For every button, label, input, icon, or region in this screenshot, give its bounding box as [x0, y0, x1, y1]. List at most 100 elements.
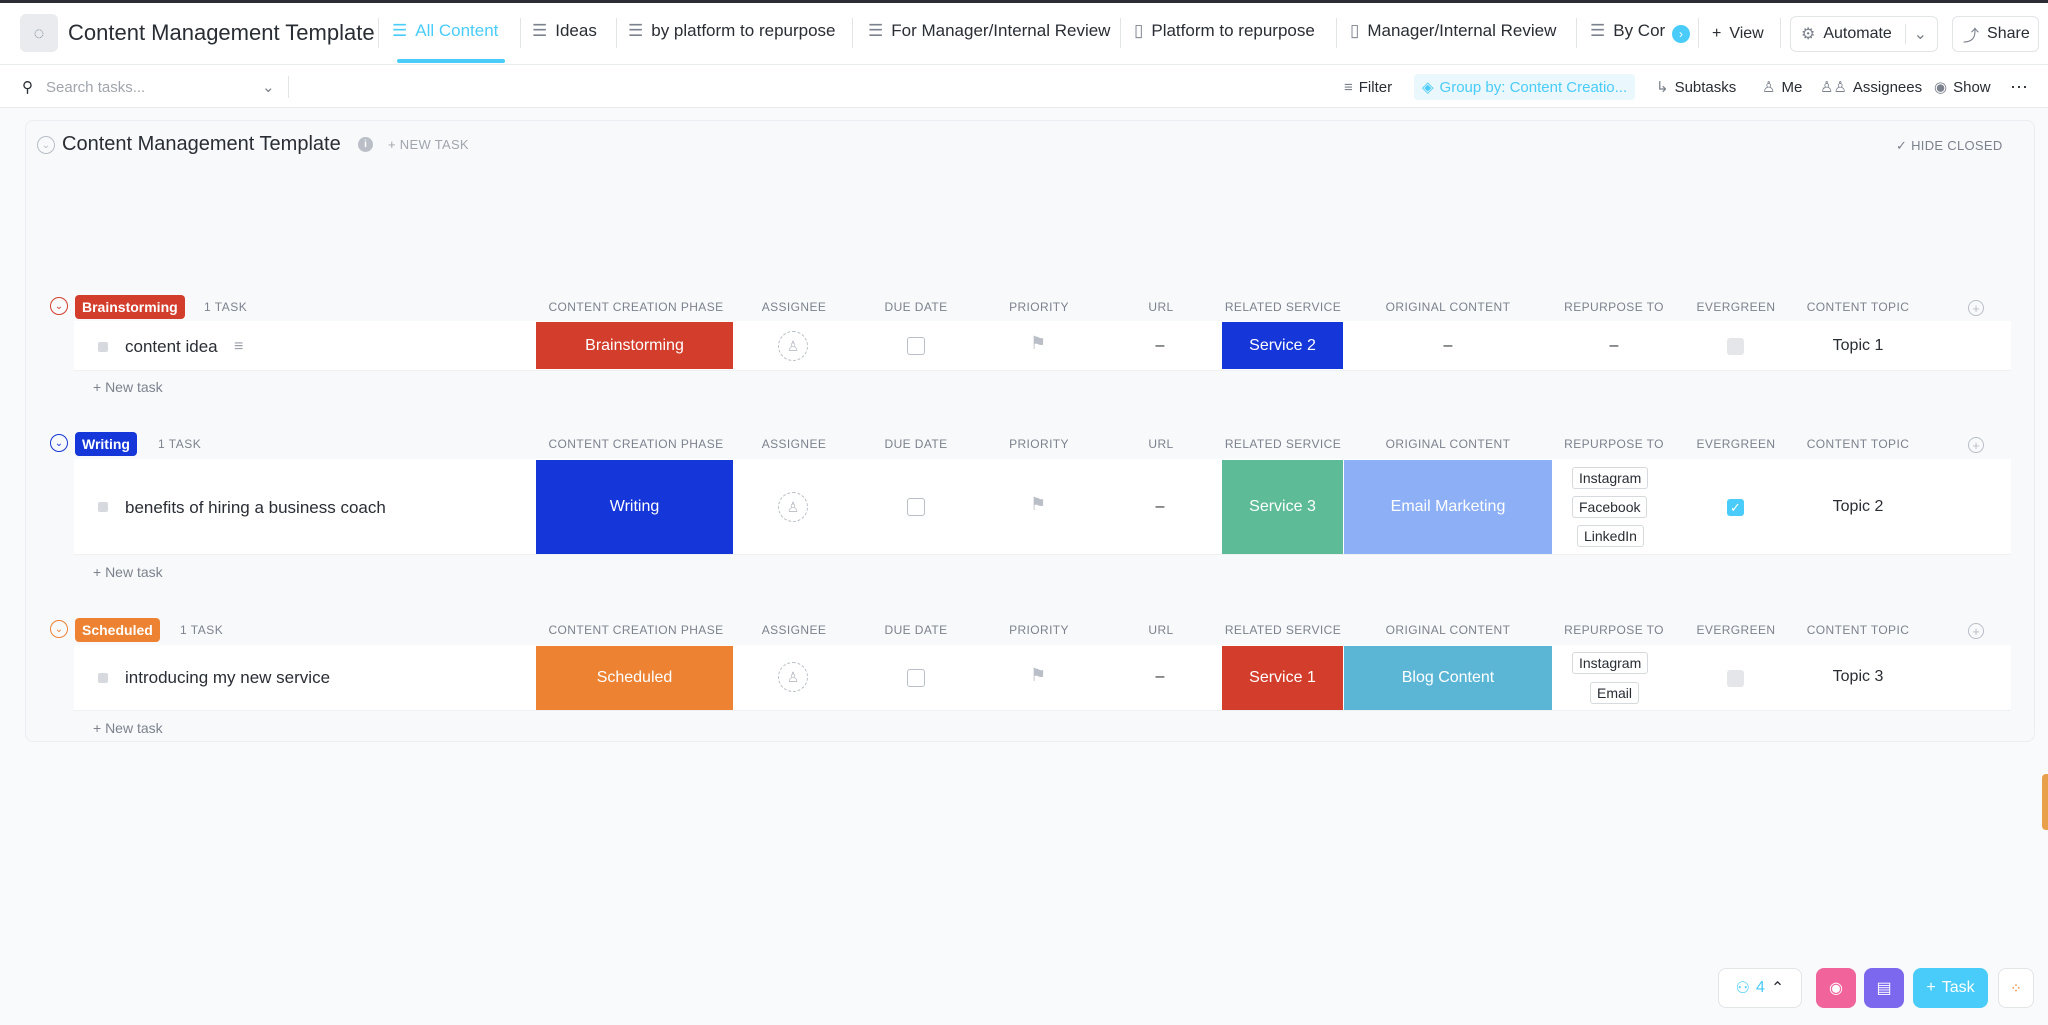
- col-header-original-content[interactable]: ORIGINAL CONTENT: [1344, 437, 1552, 451]
- evergreen-checkbox[interactable]: ✓: [1727, 499, 1744, 516]
- phase-cell[interactable]: Brainstorming: [536, 322, 733, 369]
- tab-by-platform[interactable]: ☰ by platform to repurpose: [628, 0, 836, 62]
- col-header-repurpose-to[interactable]: REPURPOSE TO: [1556, 300, 1672, 314]
- new-task-link[interactable]: + NEW TASK: [388, 137, 469, 152]
- evergreen-checkbox[interactable]: [1727, 338, 1744, 355]
- col-header-assignee[interactable]: ASSIGNEE: [744, 623, 844, 637]
- tab-for-manager-review[interactable]: ☰ For Manager/Internal Review: [868, 0, 1110, 62]
- add-column-icon[interactable]: +: [1968, 437, 1984, 453]
- assignees-button[interactable]: ♙♙ Assignees: [1820, 74, 1922, 100]
- repurpose-tag[interactable]: Email: [1590, 682, 1640, 704]
- task-name[interactable]: content idea: [125, 337, 218, 357]
- col-header-evergreen[interactable]: EVERGREEN: [1686, 623, 1786, 637]
- service-cell[interactable]: Service 2: [1222, 322, 1343, 369]
- collapse-list-icon[interactable]: ⌄: [37, 136, 55, 154]
- tab-manager-review[interactable]: ▯ Manager/Internal Review: [1350, 0, 1556, 62]
- col-header-url[interactable]: URL: [1111, 437, 1211, 451]
- share-button[interactable]: ⤴ Share: [1952, 16, 2039, 52]
- chevron-right-icon[interactable]: ›: [1672, 25, 1690, 43]
- add-assignee-icon[interactable]: ♙: [778, 492, 808, 522]
- original-content-cell[interactable]: –: [1400, 337, 1496, 355]
- new-task-link[interactable]: + New task: [93, 720, 163, 736]
- record-icon[interactable]: ◉: [1816, 968, 1856, 1008]
- notifications-button[interactable]: ⚇ 4 ⌃: [1718, 968, 1802, 1008]
- add-view-button[interactable]: + View: [1712, 16, 1764, 52]
- new-task-link[interactable]: + New task: [93, 564, 163, 580]
- topic-cell[interactable]: Topic 1: [1808, 337, 1908, 355]
- tab-all-content[interactable]: ☰ All Content: [392, 0, 498, 62]
- url-cell[interactable]: –: [1130, 498, 1190, 516]
- service-cell[interactable]: Service 3: [1222, 460, 1343, 554]
- col-header-content-topic[interactable]: CONTENT TOPIC: [1800, 623, 1916, 637]
- calendar-icon[interactable]: [907, 337, 925, 355]
- subtasks-button[interactable]: ↳ Subtasks: [1656, 74, 1736, 100]
- add-column-icon[interactable]: +: [1968, 623, 1984, 639]
- search-input[interactable]: Search tasks...: [46, 74, 276, 100]
- col-header-assignee[interactable]: ASSIGNEE: [744, 437, 844, 451]
- hide-closed-button[interactable]: ✓ HIDE CLOSED: [1896, 138, 2003, 154]
- info-icon[interactable]: i: [358, 137, 373, 152]
- chevron-down-icon[interactable]: ⌄: [262, 74, 275, 100]
- topic-cell[interactable]: Topic 2: [1808, 498, 1908, 516]
- original-content-cell[interactable]: Email Marketing: [1344, 460, 1552, 554]
- me-button[interactable]: ♙ Me: [1762, 74, 1802, 100]
- flag-icon[interactable]: ⚑: [1030, 494, 1046, 515]
- chevron-down-icon[interactable]: ⌄: [1904, 24, 1927, 44]
- show-button[interactable]: ◉ Show: [1934, 74, 1991, 100]
- notepad-icon[interactable]: ▤: [1864, 968, 1904, 1008]
- filter-button[interactable]: ≡ Filter: [1344, 74, 1392, 100]
- task-name[interactable]: benefits of hiring a business coach: [125, 498, 386, 518]
- group-badge-writing[interactable]: Writing: [75, 432, 137, 456]
- flag-icon[interactable]: ⚑: [1030, 665, 1046, 686]
- flag-icon[interactable]: ⚑: [1030, 333, 1046, 354]
- tab-platform-to-repurpose[interactable]: ▯ Platform to repurpose: [1134, 0, 1315, 62]
- add-column-icon[interactable]: +: [1968, 300, 1984, 316]
- add-assignee-icon[interactable]: ♙: [778, 662, 808, 692]
- col-header-url[interactable]: URL: [1111, 623, 1211, 637]
- col-header-related-service[interactable]: RELATED SERVICE: [1222, 300, 1344, 314]
- group-badge-brainstorming[interactable]: Brainstorming: [75, 295, 185, 319]
- automate-button[interactable]: ⚙ Automate ⌄: [1790, 16, 1938, 52]
- group-badge-scheduled[interactable]: Scheduled: [75, 618, 160, 642]
- col-header-content-topic[interactable]: CONTENT TOPIC: [1800, 437, 1916, 451]
- group-by-button[interactable]: ◈ Group by: Content Creatio...: [1414, 74, 1636, 100]
- collapse-group-icon[interactable]: ⌄: [50, 297, 68, 315]
- calendar-icon[interactable]: [907, 669, 925, 687]
- col-header-content-topic[interactable]: CONTENT TOPIC: [1800, 300, 1916, 314]
- task-name[interactable]: introducing my new service: [125, 668, 330, 688]
- new-task-link[interactable]: + New task: [93, 379, 163, 395]
- repurpose-tag[interactable]: Instagram: [1572, 467, 1649, 489]
- service-cell[interactable]: Service 1: [1222, 646, 1343, 710]
- tab-by-content[interactable]: ☰ By Cor: [1590, 0, 1668, 62]
- col-header-related-service[interactable]: RELATED SERVICE: [1222, 623, 1344, 637]
- col-header-due-date[interactable]: DUE DATE: [866, 623, 966, 637]
- col-header-related-service[interactable]: RELATED SERVICE: [1222, 437, 1344, 451]
- col-header-assignee[interactable]: ASSIGNEE: [744, 300, 844, 314]
- col-header-evergreen[interactable]: EVERGREEN: [1686, 300, 1786, 314]
- url-cell[interactable]: –: [1130, 337, 1190, 355]
- status-icon[interactable]: [98, 673, 108, 683]
- collapse-group-icon[interactable]: ⌄: [50, 434, 68, 452]
- repurpose-tag[interactable]: Facebook: [1572, 496, 1648, 518]
- col-header-phase[interactable]: CONTENT CREATION PHASE: [536, 437, 736, 451]
- url-cell[interactable]: –: [1130, 668, 1190, 686]
- evergreen-checkbox[interactable]: [1727, 670, 1744, 687]
- phase-cell[interactable]: Scheduled: [536, 646, 733, 710]
- space-icon[interactable]: ◌: [20, 14, 58, 52]
- status-icon[interactable]: [98, 502, 108, 512]
- add-assignee-icon[interactable]: ♙: [778, 331, 808, 361]
- col-header-repurpose-to[interactable]: REPURPOSE TO: [1556, 623, 1672, 637]
- col-header-due-date[interactable]: DUE DATE: [866, 437, 966, 451]
- phase-cell[interactable]: Writing: [536, 460, 733, 554]
- repurpose-tag[interactable]: Instagram: [1572, 652, 1649, 674]
- col-header-phase[interactable]: CONTENT CREATION PHASE: [536, 300, 736, 314]
- side-tab-handle[interactable]: [2042, 774, 2048, 830]
- col-header-original-content[interactable]: ORIGINAL CONTENT: [1344, 623, 1552, 637]
- col-header-phase[interactable]: CONTENT CREATION PHASE: [536, 623, 736, 637]
- add-task-button[interactable]: + Task: [1913, 968, 1988, 1008]
- col-header-priority[interactable]: PRIORITY: [989, 300, 1089, 314]
- col-header-repurpose-to[interactable]: REPURPOSE TO: [1556, 437, 1672, 451]
- more-icon[interactable]: ⋯: [2010, 74, 2028, 100]
- apps-grid-icon[interactable]: ⁘: [1998, 968, 2034, 1008]
- col-header-priority[interactable]: PRIORITY: [989, 623, 1089, 637]
